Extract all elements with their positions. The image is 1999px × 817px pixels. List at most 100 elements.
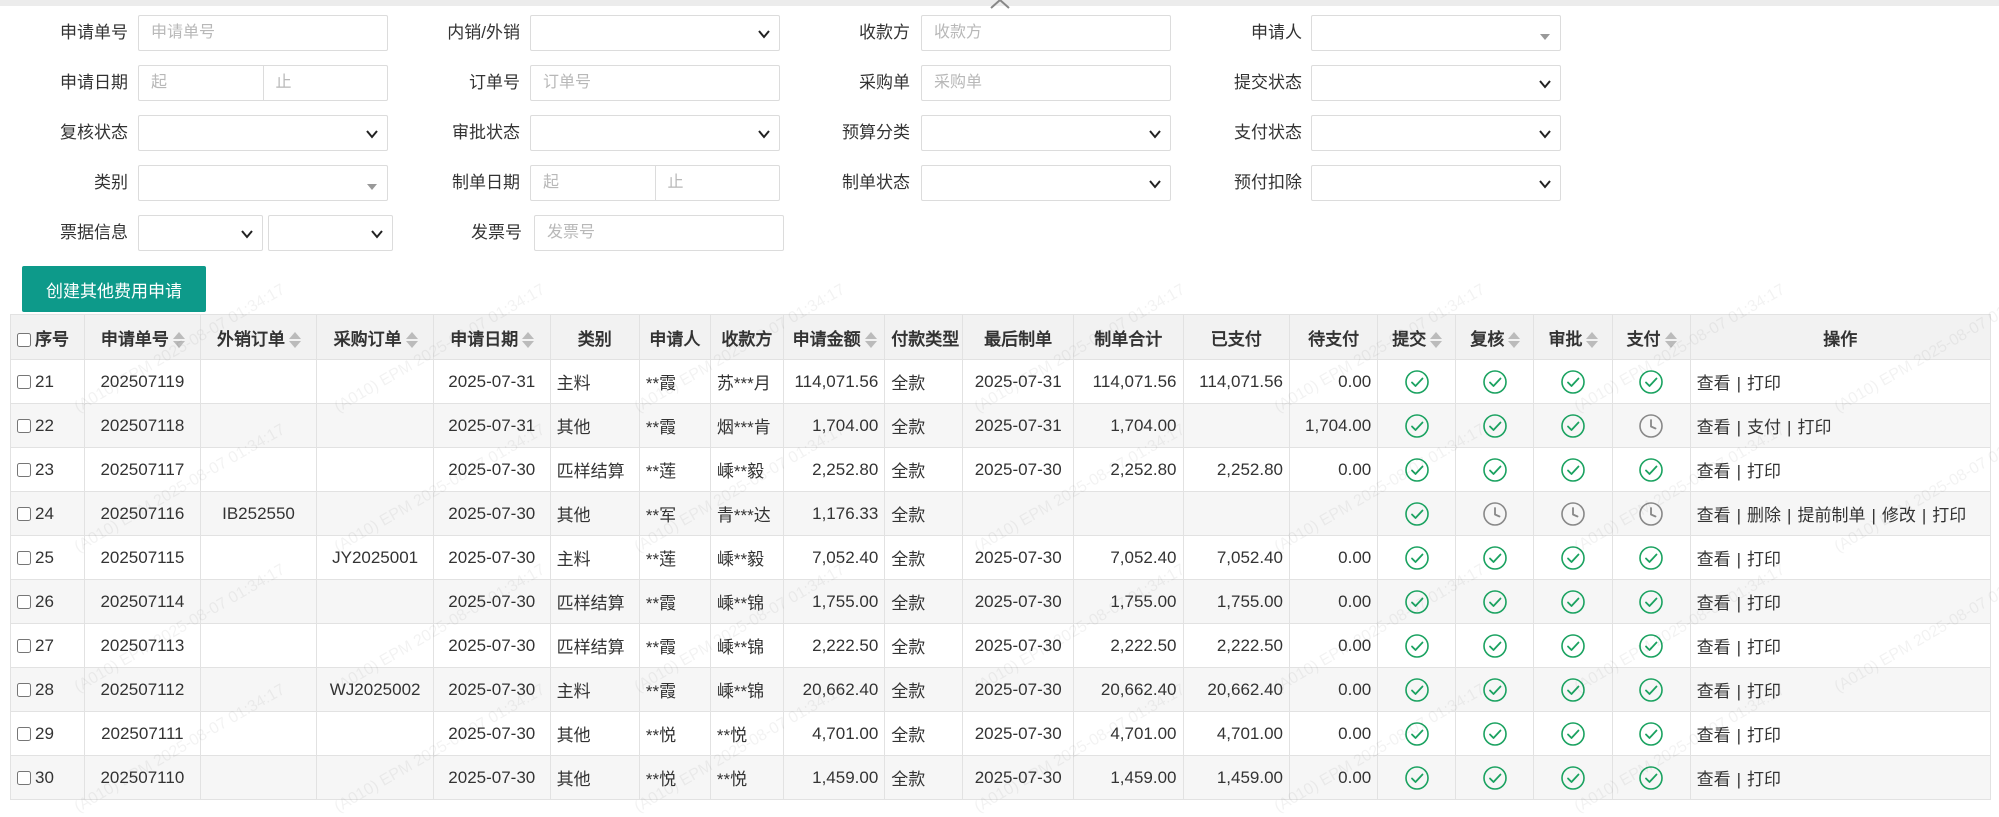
- pay-status-select[interactable]: [1311, 115, 1561, 151]
- row-checkbox[interactable]: [17, 551, 31, 566]
- action-link[interactable]: 打印: [1932, 506, 1966, 525]
- req-no-value: 202507110: [100, 767, 185, 787]
- category-select[interactable]: [138, 165, 388, 201]
- amount-value: 114,071.56: [794, 371, 879, 391]
- invoice-no-input[interactable]: [534, 215, 784, 251]
- action-link[interactable]: 打印: [1747, 638, 1781, 657]
- row-checkbox[interactable]: [17, 375, 31, 390]
- pay-type-value: 全款: [891, 594, 926, 613]
- cell-date: 2025-07-31: [432, 403, 551, 448]
- col-review[interactable]: 复核: [1455, 314, 1535, 360]
- cell-ext-order: [199, 755, 318, 800]
- date-value: 2025-07-30: [448, 459, 536, 479]
- table-row: 25 202507115 JY2025001 2025-07-30 主料 **莲 嵊**毅 7…: [9, 535, 1992, 580]
- col-approve[interactable]: 审批: [1533, 314, 1613, 360]
- action-link[interactable]: 查看: [1697, 550, 1731, 569]
- action-link[interactable]: 提前制单: [1797, 506, 1865, 525]
- doc-status-label: 制单状态: [842, 173, 910, 192]
- action-link[interactable]: 打印: [1747, 726, 1781, 745]
- invoice-info-select-2[interactable]: [268, 215, 393, 251]
- col-date[interactable]: 申请日期: [432, 314, 551, 360]
- col-amount[interactable]: 申请金额: [782, 314, 886, 360]
- cell-doc-total: 2,252.80: [1072, 447, 1184, 492]
- apply-date-from-input[interactable]: [139, 66, 263, 100]
- cell-last-doc: 2025-07-30: [962, 711, 1074, 756]
- cell-pending: 0.00: [1288, 535, 1379, 580]
- action-link[interactable]: 打印: [1747, 682, 1781, 701]
- row-checkbox[interactable]: [17, 727, 31, 742]
- col-ext-order[interactable]: 外销订单: [199, 314, 318, 360]
- action-link[interactable]: 查看: [1697, 682, 1731, 701]
- doc-date-to-input[interactable]: [655, 166, 779, 200]
- submit-status-label: 提交状态: [1234, 73, 1302, 92]
- action-link[interactable]: 打印: [1747, 594, 1781, 613]
- review-status-select[interactable]: [138, 115, 388, 151]
- col-po[interactable]: 采购订单: [316, 314, 434, 360]
- action-link[interactable]: 查看: [1697, 418, 1731, 437]
- payee-value: 嵊**锦: [716, 682, 765, 701]
- doc-date-from-input[interactable]: [531, 166, 655, 200]
- action-link[interactable]: 修改: [1882, 506, 1916, 525]
- action-link[interactable]: 查看: [1697, 462, 1731, 481]
- action-separator: |: [1736, 374, 1742, 393]
- cell-approve-status: [1533, 447, 1613, 492]
- sort-icon: [405, 331, 418, 349]
- row-checkbox[interactable]: [17, 463, 31, 478]
- cell-actions: 查看 | 支付 | 打印: [1689, 403, 1992, 448]
- col-submit[interactable]: 提交: [1377, 314, 1457, 360]
- col-req-no[interactable]: 申请单号: [84, 314, 201, 360]
- action-link[interactable]: 查看: [1697, 506, 1731, 525]
- sort-icon: [521, 331, 535, 349]
- action-link[interactable]: 查看: [1697, 594, 1731, 613]
- action-link[interactable]: 打印: [1747, 770, 1781, 789]
- header-approve-label: 审批: [1548, 329, 1583, 349]
- applicant-select[interactable]: [1311, 15, 1561, 51]
- action-link[interactable]: 打印: [1797, 418, 1831, 437]
- select-all-checkbox[interactable]: [17, 333, 31, 348]
- domestic-export-select[interactable]: [530, 15, 780, 51]
- header-pay-type-label: 付款类型: [891, 329, 960, 349]
- action-link[interactable]: 支付: [1747, 418, 1781, 437]
- order-no-input[interactable]: [530, 65, 780, 101]
- create-other-expense-button[interactable]: 创建其他费用申请: [22, 266, 206, 312]
- col-payment[interactable]: 支付: [1611, 314, 1691, 360]
- action-link[interactable]: 打印: [1747, 374, 1781, 393]
- prepay-deduct-select[interactable]: [1311, 165, 1561, 201]
- doc-status-select[interactable]: [921, 165, 1171, 201]
- action-link[interactable]: 打印: [1747, 462, 1781, 481]
- req-no-input[interactable]: [138, 15, 388, 51]
- cell-amount: 2,222.50: [782, 623, 886, 668]
- action-link[interactable]: 删除: [1747, 506, 1781, 525]
- paid-value: 7,052.40: [1216, 547, 1283, 567]
- action-link[interactable]: 打印: [1747, 550, 1781, 569]
- check-circle-icon: [1483, 721, 1507, 746]
- row-checkbox[interactable]: [17, 419, 31, 434]
- paid-value: 2,222.50: [1216, 635, 1283, 655]
- submit-status-select[interactable]: [1311, 65, 1561, 101]
- invoice-info-select-1[interactable]: [138, 215, 263, 251]
- row-checkbox[interactable]: [17, 639, 31, 654]
- action-link[interactable]: 查看: [1697, 770, 1731, 789]
- row-checkbox[interactable]: [17, 595, 31, 610]
- cell-ext-order: [199, 579, 318, 624]
- collapse-chevron-icon[interactable]: [988, 0, 1012, 10]
- check-circle-icon: [1561, 457, 1585, 482]
- row-checkbox[interactable]: [17, 507, 31, 522]
- action-link[interactable]: 查看: [1697, 638, 1731, 657]
- doc-total-value: 1,704.00: [1110, 415, 1177, 435]
- action-link[interactable]: 查看: [1697, 726, 1731, 745]
- clock-icon: [1561, 501, 1585, 526]
- req-no-value: 202507111: [101, 723, 184, 743]
- payee-input[interactable]: [921, 15, 1171, 51]
- row-checkbox[interactable]: [17, 683, 31, 698]
- header-applicant-label: 申请人: [649, 329, 701, 349]
- approve-status-select[interactable]: [530, 115, 780, 151]
- row-checkbox[interactable]: [17, 771, 31, 786]
- apply-date-to-input[interactable]: [263, 66, 387, 100]
- budget-category-select[interactable]: [921, 115, 1171, 151]
- purchase-no-input[interactable]: [921, 65, 1171, 101]
- cell-payment-status: [1611, 667, 1691, 712]
- action-link[interactable]: 查看: [1697, 374, 1731, 393]
- check-circle-icon: [1404, 721, 1429, 746]
- cell-req-no: 202507117: [84, 447, 201, 492]
